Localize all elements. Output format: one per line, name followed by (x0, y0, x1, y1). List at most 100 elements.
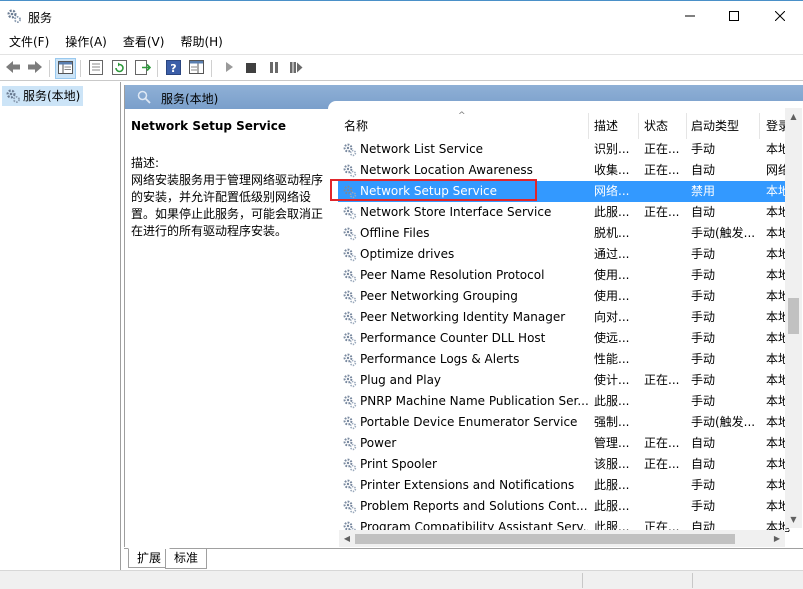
properties-button[interactable] (85, 58, 106, 79)
close-button[interactable] (757, 1, 803, 32)
back-button[interactable] (2, 58, 23, 79)
service-row[interactable]: Offline Files 脱机... 手动(触发... 本地 (338, 223, 798, 244)
service-row[interactable]: Plug and Play 使计... 正在... 手动 本地 (338, 370, 798, 391)
service-gear-icon (342, 310, 357, 325)
column-header-description[interactable]: 描述 (594, 117, 618, 134)
tab-extended[interactable]: 扩展 (128, 548, 171, 568)
refresh-button[interactable] (109, 58, 130, 79)
vertical-scroll-thumb[interactable] (788, 298, 799, 334)
menu-action[interactable]: 操作(A) (57, 32, 115, 53)
service-row[interactable]: Network Setup Service 网络... 禁用 本地 (338, 181, 798, 202)
tab-standard[interactable]: 标准 (165, 549, 208, 569)
horizontal-scroll-thumb[interactable] (355, 534, 735, 544)
menu-help[interactable]: 帮助(H) (172, 32, 230, 53)
service-name: Network Setup Service (360, 184, 498, 198)
column-divider[interactable] (759, 113, 760, 139)
toolbar-separator (211, 60, 212, 77)
service-name: Offline Files (360, 226, 430, 240)
toolbar-separator (80, 60, 81, 77)
refresh-icon (112, 59, 127, 78)
service-row[interactable]: Power 管理... 正在... 自动 本地 (338, 433, 798, 454)
forward-arrow-icon (27, 60, 43, 77)
service-name: Problem Reports and Solutions Cont... (360, 499, 588, 513)
help-button[interactable]: ? (163, 58, 184, 79)
service-gear-icon (342, 436, 357, 451)
service-description: 此服... (594, 205, 630, 219)
vertical-scrollbar[interactable]: ▲ ▼ (785, 108, 802, 528)
service-name: Peer Name Resolution Protocol (360, 268, 545, 282)
description-text: 网络安装服务用于管理网络驱动程序的安装，并允许配置低级别网络设置。如果停止此服务… (131, 173, 324, 238)
service-row[interactable]: Problem Reports and Solutions Cont... 此服.… (338, 496, 798, 517)
minimize-button[interactable] (667, 1, 713, 32)
description-label: 描述: (131, 156, 160, 170)
forward-button[interactable] (24, 58, 45, 79)
tree-item-services-local[interactable]: 服务(本地) (2, 86, 84, 106)
service-startup-type: 手动 (691, 331, 716, 345)
service-description: 网络... (594, 184, 630, 198)
toolbar-separator (49, 60, 50, 77)
service-gear-icon (342, 499, 357, 514)
start-service-button[interactable] (218, 58, 239, 79)
service-row[interactable]: Portable Device Enumerator Service 强制... 手… (338, 412, 798, 433)
service-description: 通过... (594, 247, 630, 261)
service-row[interactable]: Performance Logs & Alerts 性能... 手动 本地 (338, 349, 798, 370)
service-description: 使用... (594, 289, 630, 303)
view-tabs: 扩展 标准 (124, 548, 803, 570)
service-description: 使用... (594, 268, 630, 282)
service-row[interactable]: PNRP Machine Name Publication Ser... 此服..… (338, 391, 798, 412)
service-row[interactable]: Optimize drives 通过... 手动 本地 (338, 244, 798, 265)
menu-view[interactable]: 查看(V) (115, 32, 173, 53)
service-row[interactable]: Peer Name Resolution Protocol 使用... 手动 本地 (338, 265, 798, 286)
column-divider[interactable] (686, 113, 687, 139)
service-description: 此服... (594, 478, 630, 492)
show-hide-action-pane-button[interactable] (186, 58, 207, 79)
service-row[interactable]: Print Spooler 该服... 正在... 自动 本地 (338, 454, 798, 475)
services-list: ^ 名称 描述 状态 启动类型 登录 Network List Service 识… (338, 109, 803, 547)
column-divider[interactable] (638, 113, 639, 139)
column-divider[interactable] (588, 113, 589, 139)
column-header-status[interactable]: 状态 (644, 117, 668, 134)
svg-text:?: ? (170, 62, 176, 75)
scroll-left-icon[interactable]: ◀ (339, 530, 355, 547)
status-divider (692, 573, 693, 588)
column-header-name[interactable]: 名称 (344, 117, 368, 134)
export-list-button[interactable] (132, 58, 153, 79)
service-row[interactable]: Network List Service 识别... 正在... 手动 本地 (338, 139, 798, 160)
service-status: 正在... (644, 436, 680, 450)
service-status: 正在... (644, 457, 680, 471)
service-startup-type: 手动 (691, 478, 716, 492)
maximize-button[interactable] (711, 1, 757, 32)
stop-service-button[interactable] (240, 58, 261, 79)
column-header-startup-type[interactable]: 启动类型 (691, 117, 739, 134)
pause-service-button[interactable] (263, 58, 284, 79)
scroll-up-icon[interactable]: ▲ (785, 108, 802, 125)
magnifier-icon (137, 90, 151, 107)
service-row[interactable]: Network Store Interface Service 此服... 正在..… (338, 202, 798, 223)
service-description: 性能... (594, 352, 630, 366)
sort-ascending-icon: ^ (458, 111, 466, 121)
service-row[interactable]: Printer Extensions and Notifications 此服..… (338, 475, 798, 496)
service-row[interactable]: Peer Networking Identity Manager 向对... 手动本… (338, 307, 798, 328)
tree-item-label: 服务(本地) (23, 89, 81, 103)
service-row[interactable]: Peer Networking Grouping 使用... 手动 本地 (338, 286, 798, 307)
console-tree: 服务(本地) (0, 82, 121, 571)
console-tree-button[interactable] (55, 58, 76, 79)
scroll-down-icon[interactable]: ▼ (785, 511, 802, 528)
restart-service-button[interactable] (286, 58, 307, 79)
scroll-right-icon[interactable]: ▶ (769, 530, 785, 547)
service-description: 脱机... (594, 226, 630, 240)
service-row[interactable]: Network Location Awareness 收集... 正在... 自动 网络 (338, 160, 798, 181)
selected-service-title: Network Setup Service (131, 119, 287, 133)
service-gear-icon (342, 205, 357, 220)
service-description: 强制... (594, 415, 630, 429)
service-name: Printer Extensions and Notifications (360, 478, 575, 492)
menu-file[interactable]: 文件(F) (0, 32, 57, 53)
service-startup-type: 手动 (691, 373, 716, 387)
service-name: Network Location Awareness (360, 163, 533, 177)
pause-icon (269, 61, 279, 76)
pane-header-title: 服务(本地) (161, 92, 219, 106)
service-row[interactable]: Performance Counter DLL Host 使远... 手动 本地 (338, 328, 798, 349)
service-description: 向对... (594, 310, 630, 324)
horizontal-scrollbar[interactable]: ◀ ▶ (339, 530, 785, 547)
service-startup-type: 手动 (691, 394, 716, 408)
